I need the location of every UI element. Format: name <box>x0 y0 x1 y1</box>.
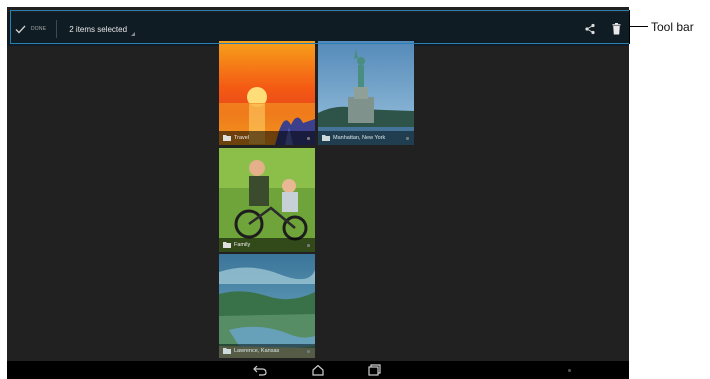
system-navigation-bar <box>7 361 629 379</box>
callout-label: Tool bar <box>651 20 694 34</box>
family-thumbnail <box>219 148 315 252</box>
lawrence-thumbnail <box>219 254 315 358</box>
tablet-screen: DONE 2 items selected Travel Manhattan, … <box>7 7 629 379</box>
folder-icon <box>223 135 231 141</box>
delete-button[interactable] <box>603 12 629 46</box>
back-icon[interactable] <box>253 364 267 376</box>
album-label: Lawrence, Kansas <box>234 348 280 354</box>
album-label: Travel <box>234 135 250 141</box>
toolbar-divider <box>56 20 58 38</box>
album-tile-travel[interactable]: Travel <box>219 41 315 145</box>
home-icon[interactable] <box>311 364 325 376</box>
menu-icon[interactable] <box>568 369 571 372</box>
album-tile-family[interactable]: Family <box>219 148 315 252</box>
share-icon <box>585 23 595 35</box>
album-label-bar: Manhattan, New York <box>318 131 414 145</box>
album-label-bar: Lawrence, Kansas <box>219 344 315 358</box>
album-tile-manhattan-new-york[interactable]: Manhattan, New York <box>318 41 414 145</box>
done-label: DONE <box>31 26 47 32</box>
share-button[interactable] <box>577 12 603 46</box>
folder-icon <box>223 242 231 248</box>
trash-icon <box>612 23 620 35</box>
selection-count-label: 2 items selected <box>69 24 128 34</box>
album-count-indicator <box>307 350 310 353</box>
album-label: Manhattan, New York <box>333 135 386 141</box>
manhattan-thumbnail <box>318 41 414 145</box>
album-label-bar: Family <box>219 238 315 252</box>
album-count-indicator <box>307 137 310 140</box>
travel-thumbnail <box>219 41 315 145</box>
selection-dropdown[interactable]: 2 items selected <box>69 12 136 46</box>
folder-icon <box>223 348 231 354</box>
checkmark-icon <box>15 25 26 33</box>
album-label: Family <box>234 242 251 248</box>
recent-apps-icon[interactable] <box>367 364 381 376</box>
album-label-bar: Travel <box>219 131 315 145</box>
dropdown-caret-icon <box>131 32 136 36</box>
callout-bracket <box>629 10 630 44</box>
folder-icon <box>322 135 330 141</box>
album-count-indicator <box>307 244 310 247</box>
album-tile-lawrence-kansas[interactable]: Lawrence, Kansas <box>219 254 315 358</box>
album-count-indicator <box>406 137 409 140</box>
callout-leader-line <box>630 26 648 27</box>
done-button[interactable]: DONE <box>7 12 54 46</box>
